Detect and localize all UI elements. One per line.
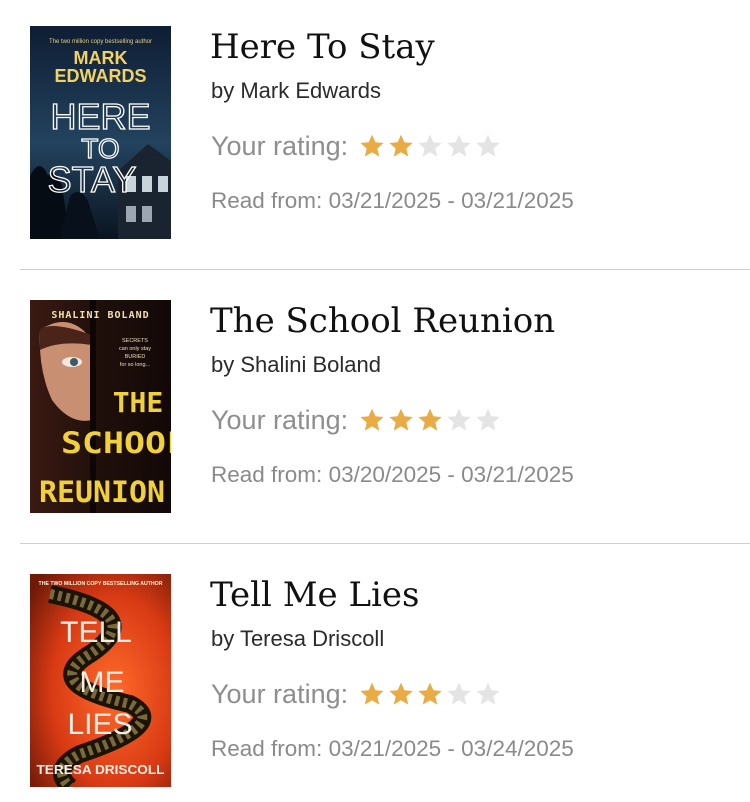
book-author[interactable]: by Shalini Boland [211, 350, 381, 380]
star-filled-icon[interactable] [416, 680, 444, 708]
cover-title-line2: ME [80, 666, 125, 699]
cover-author-line1: MARK [74, 48, 128, 68]
star-rating[interactable] [358, 406, 503, 434]
cover-title-line3: LIES [67, 708, 132, 741]
rating-label: Your rating: [211, 678, 349, 709]
cover-title-line3: REUNION [39, 475, 165, 509]
cover-tagline-line2: can only stay [119, 346, 151, 352]
book-cover-art: SHALINI BOLAND SECRETS can only stay BUR… [30, 300, 171, 513]
star-filled-icon[interactable] [358, 132, 386, 160]
star-filled-icon[interactable] [387, 680, 415, 708]
rating-label: Your rating: [211, 130, 349, 161]
star-empty-icon[interactable] [474, 406, 502, 434]
book-row[interactable]: SHALINI BOLAND SECRETS can only stay BUR… [0, 274, 750, 548]
cover-tagline-line4: for so long... [120, 362, 151, 368]
star-empty-icon[interactable] [416, 132, 444, 160]
book-cover-art: The two million copy bestselling author … [30, 26, 171, 239]
read-date-range: 03/21/2025 - 03/24/2025 [328, 736, 574, 761]
cover-title-line2: SCHOOL [61, 426, 171, 460]
book-title[interactable]: Tell Me Lies [210, 574, 419, 616]
cover-author-line2: EDWARDS [54, 66, 146, 86]
star-empty-icon[interactable] [445, 132, 473, 160]
read-date-range: 03/20/2025 - 03/21/2025 [328, 462, 574, 487]
book-author[interactable]: by Mark Edwards [211, 76, 381, 106]
cover-tagline-line3: BURIED [125, 354, 146, 360]
book-row[interactable]: The two million copy bestselling author … [0, 0, 750, 274]
star-filled-icon[interactable] [358, 406, 386, 434]
row-divider [20, 543, 750, 544]
read-date-range: 03/21/2025 - 03/21/2025 [328, 188, 574, 213]
book-list: The two million copy bestselling author … [0, 0, 750, 802]
star-empty-icon[interactable] [474, 680, 502, 708]
book-author[interactable]: by Teresa Driscoll [211, 624, 384, 654]
book-row[interactable]: THE TWO MILLION COPY BESTSELLING AUTHOR … [0, 548, 750, 802]
star-filled-icon[interactable] [416, 406, 444, 434]
rating-row: Your rating: [211, 402, 503, 438]
book-cover[interactable]: THE TWO MILLION COPY BESTSELLING AUTHOR … [30, 574, 171, 787]
cover-tagline-line1: SECRETS [122, 338, 148, 344]
read-label: Read from: [211, 736, 323, 761]
read-dates: Read from: 03/21/2025 - 03/24/2025 [211, 734, 574, 764]
cover-title-line1: THE [113, 386, 164, 419]
book-cover-art: THE TWO MILLION COPY BESTSELLING AUTHOR … [30, 574, 171, 787]
cover-tagline: THE TWO MILLION COPY BESTSELLING AUTHOR [39, 581, 163, 587]
cover-title-line3: STAY [48, 159, 137, 200]
star-empty-icon[interactable] [445, 680, 473, 708]
book-cover[interactable]: The two million copy bestselling author … [30, 26, 171, 239]
read-dates: Read from: 03/21/2025 - 03/21/2025 [211, 186, 574, 216]
star-rating[interactable] [358, 132, 503, 160]
cover-title-line1: TELL [60, 616, 132, 649]
star-empty-icon[interactable] [445, 406, 473, 434]
rating-label: Your rating: [211, 404, 349, 435]
read-label: Read from: [211, 462, 323, 487]
star-rating[interactable] [358, 680, 503, 708]
star-filled-icon[interactable] [387, 406, 415, 434]
read-dates: Read from: 03/20/2025 - 03/21/2025 [211, 460, 574, 490]
cover-author-line: SHALINI BOLAND [51, 310, 149, 321]
rating-row: Your rating: [211, 676, 503, 712]
cover-author-line: TERESA DRISCOLL [37, 762, 165, 777]
read-label: Read from: [211, 188, 323, 213]
star-empty-icon[interactable] [474, 132, 502, 160]
cover-title-line1: HERE [50, 96, 150, 137]
book-cover[interactable]: SHALINI BOLAND SECRETS can only stay BUR… [30, 300, 171, 513]
row-divider [20, 269, 750, 270]
rating-row: Your rating: [211, 128, 503, 164]
star-filled-icon[interactable] [358, 680, 386, 708]
book-title[interactable]: Here To Stay [210, 26, 435, 68]
star-filled-icon[interactable] [387, 132, 415, 160]
book-title[interactable]: The School Reunion [210, 300, 555, 342]
cover-tagline: The two million copy bestselling author [49, 39, 152, 45]
